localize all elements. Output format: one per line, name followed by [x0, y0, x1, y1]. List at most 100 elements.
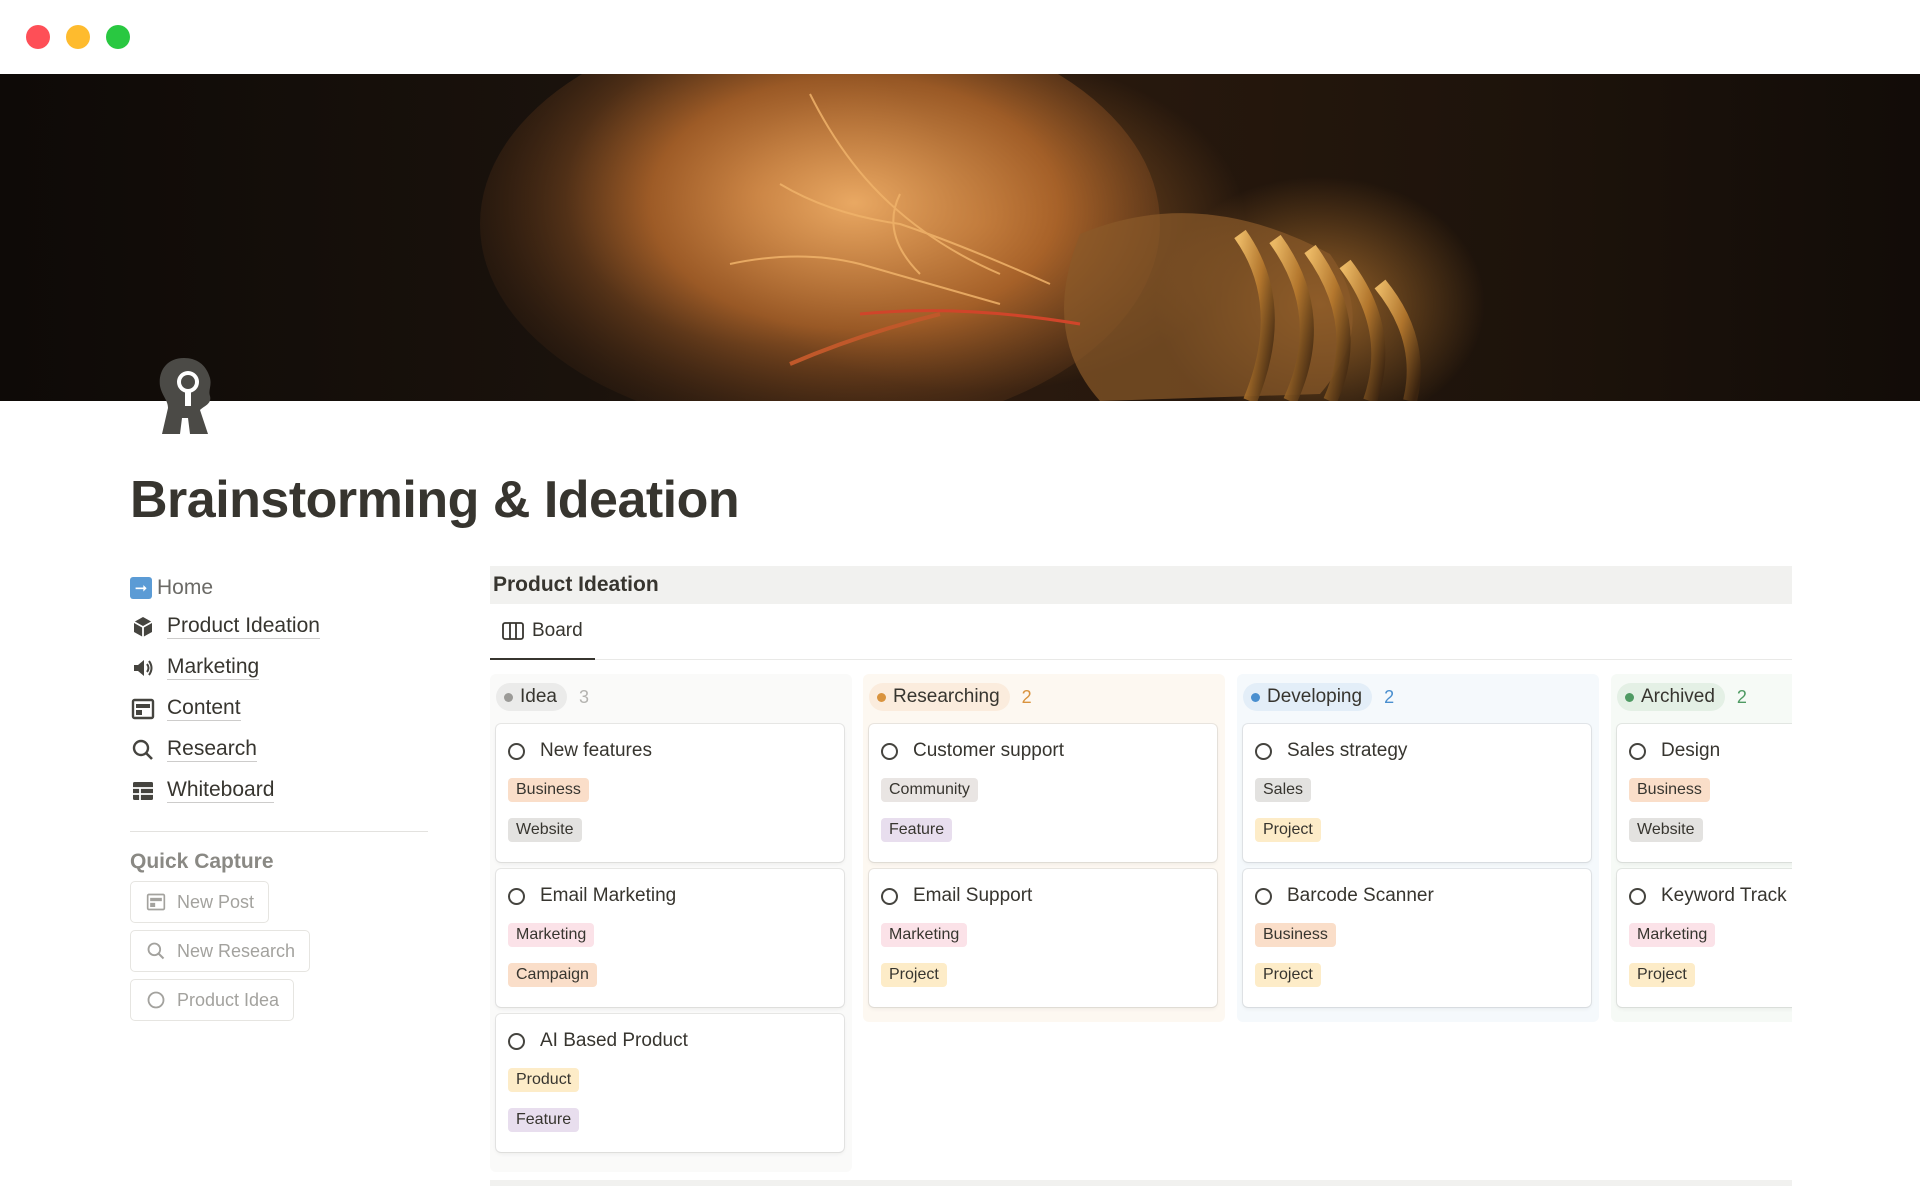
card-title: Email Support	[913, 885, 1033, 906]
window-minimize-button[interactable]	[66, 25, 90, 49]
database-footer-bar	[490, 1180, 1792, 1186]
nav-item-marketing[interactable]: Marketing	[130, 647, 430, 688]
status-label: Idea	[520, 686, 557, 707]
nav-item-label: Whiteboard	[167, 778, 275, 803]
status-label: Researching	[893, 686, 1000, 707]
tag-chip: Website	[508, 818, 582, 842]
card-tags: Business Project	[1255, 909, 1579, 987]
checkbox-circle-icon[interactable]	[881, 887, 898, 905]
search-icon	[145, 940, 167, 962]
window-maximize-button[interactable]	[106, 25, 130, 49]
column-header[interactable]: Developing 2	[1243, 680, 1593, 714]
tag-chip: Project	[881, 963, 947, 987]
new-post-label: New Post	[177, 891, 255, 912]
checkbox-circle-icon[interactable]	[1629, 887, 1646, 905]
nav-item-research[interactable]: Research	[130, 729, 430, 770]
board-card[interactable]: Email Support Marketing Project	[869, 869, 1217, 1007]
tag-chip: Business	[1629, 778, 1710, 802]
nav-item-label: Product Ideation	[167, 614, 320, 639]
nav-item-home[interactable]: ➞ Home	[130, 570, 430, 606]
product-idea-label: Product Idea	[177, 989, 280, 1010]
page-cover-image	[0, 74, 1920, 401]
board-column-archived: Archived 2 Design Business Website Keyword Tr…	[1611, 674, 1792, 1022]
column-header[interactable]: Idea 3	[496, 680, 846, 714]
tag-chip: Business	[508, 778, 589, 802]
board-card[interactable]: Barcode Scanner Business Project	[1243, 869, 1591, 1007]
cube-icon	[130, 614, 156, 640]
checkbox-circle-icon[interactable]	[508, 742, 525, 760]
layout-icon	[130, 696, 156, 722]
board-card[interactable]: Sales strategy Sales Project	[1243, 724, 1591, 862]
status-badge[interactable]: Idea	[496, 683, 567, 711]
window-close-button[interactable]	[26, 25, 50, 49]
board-card[interactable]: Customer support Community Feature	[869, 724, 1217, 862]
nav-item-label: Marketing	[167, 655, 260, 680]
database-title[interactable]: Product Ideation	[490, 566, 1792, 604]
page-title: Brainstorming & Ideation	[130, 471, 740, 529]
column-count: 2	[1736, 686, 1747, 707]
nav-item-whiteboard[interactable]: Whiteboard	[130, 770, 430, 811]
board-card[interactable]: New features Business Website	[496, 724, 844, 862]
column-count: 3	[578, 686, 589, 707]
column-header[interactable]: Archived 2	[1617, 680, 1792, 714]
tag-chip: Website	[1629, 818, 1703, 842]
view-tabs: Board	[490, 604, 1792, 660]
status-badge[interactable]: Researching	[869, 683, 1010, 711]
product-idea-button[interactable]: Product Idea	[130, 979, 295, 1021]
tag-chip: Marketing	[881, 923, 968, 947]
checkbox-circle-icon[interactable]	[1255, 742, 1272, 760]
board-card[interactable]: Email Marketing Marketing Campaign	[496, 869, 844, 1007]
megaphone-icon	[130, 655, 156, 681]
status-badge[interactable]: Developing	[1243, 683, 1373, 711]
checkbox-circle-icon[interactable]	[1255, 887, 1272, 905]
tag-chip: Product	[508, 1068, 580, 1092]
tag-chip: Marketing	[508, 923, 595, 947]
nav-item-product-ideation[interactable]: Product Ideation	[130, 606, 430, 647]
board-column-developing: Developing 2 Sales strategy Sales Project Bar…	[1237, 674, 1599, 1022]
checkbox-circle-icon[interactable]	[508, 1032, 525, 1050]
tag-chip: Feature	[508, 1108, 580, 1132]
card-title: Design	[1661, 740, 1721, 761]
search-icon	[130, 737, 156, 763]
head-with-lightbulb-icon[interactable]	[150, 356, 222, 438]
status-label: Developing	[1267, 686, 1363, 707]
board-card[interactable]: AI Based Product Product Feature	[496, 1014, 844, 1152]
card-tags: Marketing Project	[881, 909, 1205, 987]
board-card[interactable]: Keyword Track Marketing Project	[1617, 869, 1792, 1007]
status-badge[interactable]: Archived	[1617, 683, 1725, 711]
window-titlebar	[0, 0, 1920, 74]
tag-chip: Project	[1255, 818, 1321, 842]
card-title-row: Sales strategy	[1255, 738, 1579, 764]
new-research-label: New Research	[177, 940, 296, 961]
new-research-button[interactable]: New Research	[130, 930, 311, 972]
nav-item-label: Research	[167, 737, 257, 762]
new-post-button[interactable]: New Post	[130, 881, 270, 923]
quick-capture-heading: Quick Capture	[130, 850, 274, 873]
tab-board[interactable]: Board	[490, 604, 595, 660]
nav-item-content[interactable]: Content	[130, 688, 430, 729]
card-title-row: Email Marketing	[508, 883, 832, 909]
board-column-researching: Researching 2 Customer support Community Fea…	[863, 674, 1225, 1022]
card-title-row: Barcode Scanner	[1255, 883, 1579, 909]
board-card[interactable]: Design Business Website	[1617, 724, 1792, 862]
card-title: Barcode Scanner	[1287, 885, 1434, 906]
card-title-row: Design	[1629, 738, 1792, 764]
card-title-row: Keyword Track	[1629, 883, 1792, 909]
product-ideation-database: Product Ideation Board Idea 3 New features…	[490, 566, 1792, 1186]
checkbox-circle-icon[interactable]	[1629, 742, 1646, 760]
table-icon	[130, 778, 156, 804]
column-header[interactable]: Researching 2	[869, 680, 1219, 714]
checkbox-circle-icon[interactable]	[881, 742, 898, 760]
card-tags: Product Feature	[508, 1054, 832, 1132]
card-tags: Community Feature	[881, 764, 1205, 842]
status-dot-icon	[504, 692, 513, 702]
checkbox-circle-icon[interactable]	[508, 887, 525, 905]
card-title: Sales strategy	[1287, 740, 1408, 761]
column-count: 2	[1021, 686, 1032, 707]
nav-item-label: Home	[157, 576, 214, 599]
card-title-row: Email Support	[881, 883, 1205, 909]
status-dot-icon	[1625, 692, 1634, 702]
card-title-row: New features	[508, 738, 832, 764]
board-view-icon	[502, 622, 524, 640]
card-tags: Sales Project	[1255, 764, 1579, 842]
